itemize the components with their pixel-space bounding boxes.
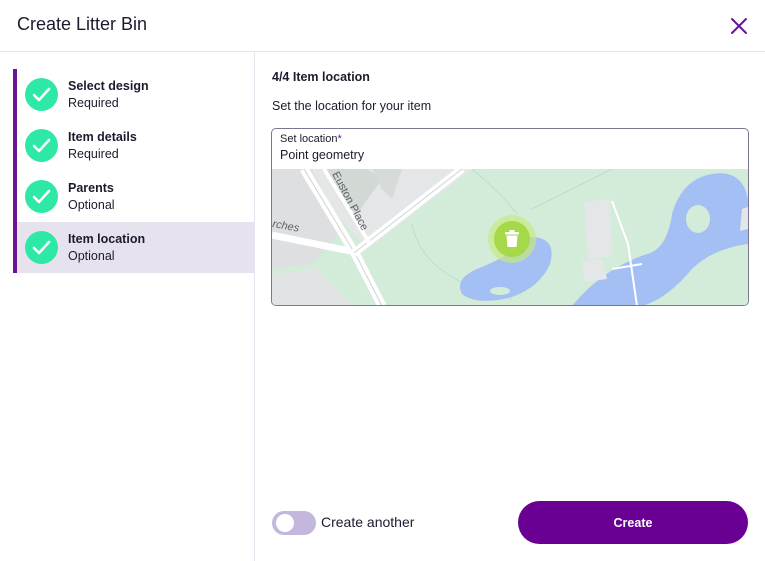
check-icon <box>32 87 51 102</box>
close-button[interactable] <box>727 14 751 38</box>
step-status: Optional <box>68 249 115 263</box>
check-icon <box>32 240 51 255</box>
check-icon <box>32 189 51 204</box>
check-icon <box>32 138 51 153</box>
step-name: Parents <box>68 181 114 195</box>
location-field-label: Set location* <box>280 133 342 145</box>
step-complete-indicator <box>25 129 58 162</box>
location-field-value: Point geometry <box>280 148 365 162</box>
location-map[interactable]: Euston Place rches <box>272 169 748 305</box>
step-parents[interactable]: Parents Optional <box>17 171 254 222</box>
step-status: Required <box>68 147 119 161</box>
location-field[interactable]: Set location* Point geometry Euston Plac… <box>271 128 749 306</box>
step-name: Item location <box>68 232 146 246</box>
create-another-toggle[interactable] <box>272 511 316 535</box>
dialog-header: Create Litter Bin <box>0 0 765 52</box>
delete-point-button[interactable] <box>494 221 530 257</box>
trash-icon <box>505 230 519 247</box>
step-item-details[interactable]: Item details Required <box>17 120 254 171</box>
step-name: Item details <box>68 130 137 144</box>
toggle-knob <box>276 514 294 532</box>
step-status: Required <box>68 96 119 110</box>
close-icon <box>731 18 747 34</box>
create-another-label: Create another <box>321 514 415 530</box>
steps-sidebar: Select design Required Item details Requ… <box>0 52 255 561</box>
step-complete-indicator <box>25 180 58 213</box>
step-status: Optional <box>68 198 115 212</box>
step-name: Select design <box>68 79 149 93</box>
step-complete-indicator <box>25 78 58 111</box>
step-content: 4/4 Item location Set the location for y… <box>255 52 765 561</box>
location-marker[interactable] <box>488 215 536 263</box>
step-complete-indicator <box>25 231 58 264</box>
step-item-location[interactable]: Item location Optional <box>17 222 254 273</box>
step-description: Set the location for your item <box>272 99 432 113</box>
dialog-title: Create Litter Bin <box>17 14 148 34</box>
required-mark: * <box>337 133 342 145</box>
create-button[interactable]: Create <box>518 501 748 544</box>
step-select-design[interactable]: Select design Required <box>17 69 254 120</box>
step-heading: 4/4 Item location <box>272 70 370 84</box>
